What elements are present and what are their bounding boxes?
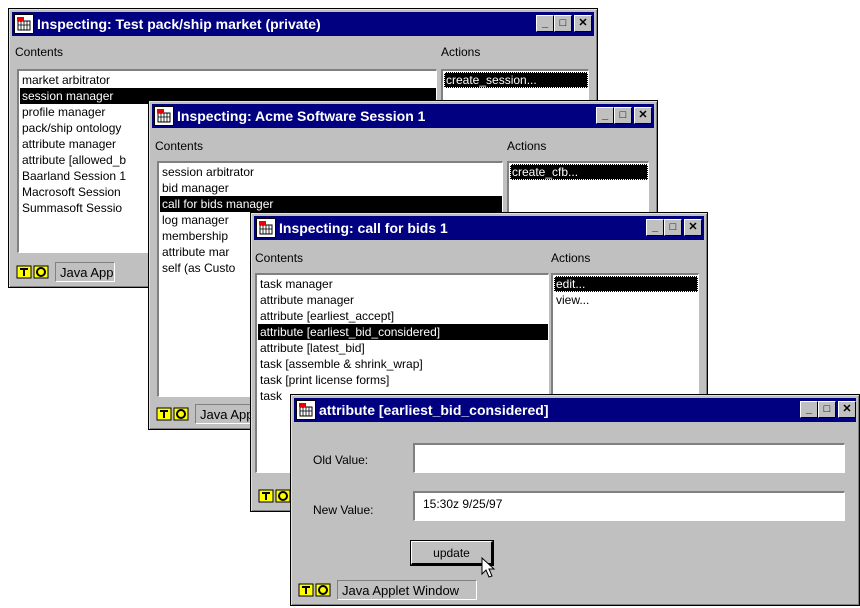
action-item[interactable]: create_session...	[444, 72, 588, 88]
minimize-button[interactable]: _	[536, 15, 554, 32]
java-coffee-icon	[257, 487, 293, 505]
action-item[interactable]: create_cfb...	[510, 164, 648, 180]
old-value-field[interactable]	[413, 443, 845, 473]
list-item[interactable]: bid manager	[160, 180, 502, 196]
window-title: attribute [earliest_bid_considered]	[319, 402, 549, 418]
applet-icon	[14, 14, 34, 34]
contents-label: Contents	[255, 251, 304, 265]
maximize-button[interactable]: □	[554, 15, 572, 32]
applet-icon	[154, 106, 174, 126]
old-value-label: Old Value:	[313, 453, 369, 467]
market-window-titlebar[interactable]: Inspecting: Test pack/ship market (priva…	[12, 12, 594, 36]
cfb-window-titlebar[interactable]: Inspecting: call for bids 1 _ □ ✕	[254, 216, 704, 240]
list-item[interactable]: session arbitrator	[160, 164, 502, 180]
maximize-button[interactable]: □	[664, 219, 682, 236]
java-coffee-icon	[155, 405, 191, 423]
window-title: Inspecting: Test pack/ship market (priva…	[37, 16, 321, 32]
action-item[interactable]: view...	[554, 292, 698, 308]
session-window-titlebar[interactable]: Inspecting: Acme Software Session 1 _ □ …	[152, 104, 654, 128]
list-item-selected[interactable]: call for bids manager	[160, 196, 502, 212]
list-item[interactable]: attribute [earliest_accept]	[258, 308, 548, 324]
action-item[interactable]: edit...	[554, 276, 698, 292]
list-item[interactable]: task [assemble & shrink_wrap]	[258, 356, 548, 372]
close-button[interactable]: ✕	[634, 107, 652, 124]
minimize-button[interactable]: _	[596, 107, 614, 124]
status-text: Java Applet Window	[337, 580, 477, 600]
java-coffee-icon	[15, 263, 51, 281]
list-item[interactable]: attribute manager	[258, 292, 548, 308]
status-text: Java Applet Window	[55, 262, 115, 282]
close-button[interactable]: ✕	[574, 15, 592, 32]
contents-label: Contents	[155, 139, 204, 153]
java-coffee-icon	[297, 581, 333, 599]
contents-label: Contents	[15, 45, 64, 59]
list-item[interactable]: attribute [latest_bid]	[258, 340, 548, 356]
actions-label: Actions	[551, 251, 591, 265]
new-value-field[interactable]: 15:30z 9/25/97	[413, 491, 845, 521]
close-button[interactable]: ✕	[684, 219, 702, 236]
window-title: Inspecting: Acme Software Session 1	[177, 108, 426, 124]
attribute-editor-window: attribute [earliest_bid_considered] _ □ …	[290, 394, 860, 606]
list-item[interactable]: task manager	[258, 276, 548, 292]
applet-icon	[296, 400, 316, 420]
actions-label: Actions	[441, 45, 481, 59]
new-value-label: New Value:	[313, 503, 374, 517]
minimize-button[interactable]: _	[646, 219, 664, 236]
actions-label: Actions	[507, 139, 547, 153]
minimize-button[interactable]: _	[800, 401, 818, 418]
list-item-selected[interactable]: attribute [earliest_bid_considered]	[258, 324, 548, 340]
attribute-window-titlebar[interactable]: attribute [earliest_bid_considered] _ □ …	[294, 398, 856, 422]
status-bar: Java Applet Window	[297, 578, 856, 602]
window-title: Inspecting: call for bids 1	[279, 220, 448, 236]
applet-icon	[256, 218, 276, 238]
maximize-button[interactable]: □	[818, 401, 836, 418]
list-item[interactable]: task [print license forms]	[258, 372, 548, 388]
maximize-button[interactable]: □	[614, 107, 632, 124]
status-text: Java Apple	[195, 404, 255, 424]
list-item[interactable]: market arbitrator	[20, 72, 436, 88]
close-button[interactable]: ✕	[838, 401, 856, 418]
